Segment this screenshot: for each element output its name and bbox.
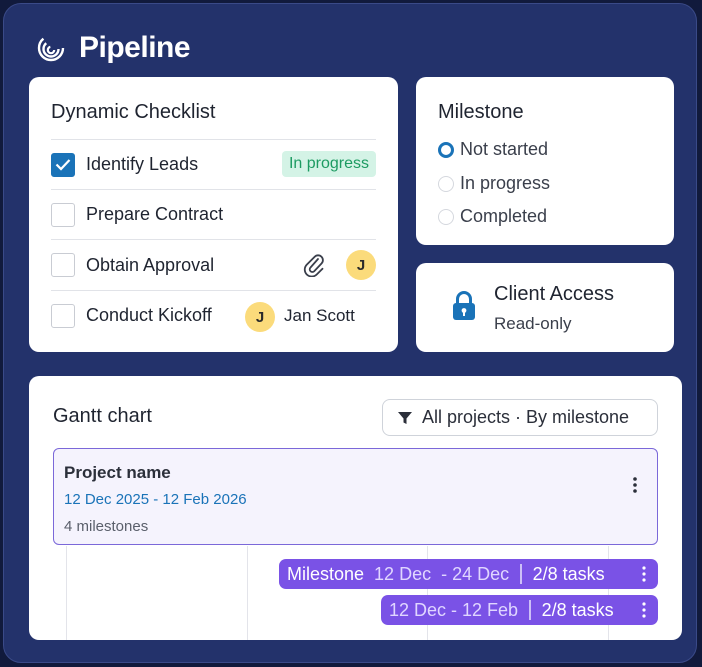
checklist-title: Dynamic Checklist (51, 101, 216, 123)
gantt-title: Gantt chart (53, 405, 152, 427)
project-name: Project name (64, 463, 171, 482)
avatar[interactable]: J (245, 302, 275, 332)
checkbox-checked[interactable] (51, 152, 75, 177)
checkbox[interactable] (51, 253, 75, 277)
milestone-bar[interactable]: Milestone 12 Dec - 24 Dec 2/8 tasks (279, 559, 658, 589)
app-title: Pipeline (79, 31, 191, 64)
checkmark-icon (55, 159, 71, 171)
milestone-bar-end: - 24 Dec (441, 563, 510, 584)
checkbox[interactable] (51, 202, 75, 227)
more-options-icon[interactable] (632, 476, 638, 494)
milestone-bar-tasks: 2/8 tasks (541, 599, 614, 620)
checklist-item-label: Prepare Contract (86, 204, 224, 224)
checklist-item-label: Obtain Approval (86, 254, 215, 275)
radio-label: In progress (460, 173, 551, 193)
radio-label: Completed (460, 206, 548, 226)
radio-option-not-started[interactable]: Not started (438, 139, 548, 160)
checklist-item: Prepare Contract (51, 189, 376, 239)
divider (529, 600, 531, 620)
paperclip-icon[interactable] (303, 253, 325, 277)
checklist-item: Conduct Kickoff J Jan Scott (51, 290, 376, 340)
milestone-bar-name: Milestone (287, 563, 365, 584)
grid-line (66, 546, 67, 640)
checkbox[interactable] (51, 303, 75, 328)
brand: Pipeline (35, 31, 191, 65)
gantt-card: Gantt chart All projects · By milestone … (29, 376, 682, 640)
client-access-status: Read-only (494, 314, 572, 333)
filter-button[interactable]: All projects · By milestone (382, 399, 658, 436)
milestone-bar-range: 12 Dec - 12 Feb (389, 599, 519, 620)
milestone-title: Milestone (438, 101, 524, 123)
milestone-bar-start: 12 Dec (374, 563, 432, 584)
checklist-item-label: Identify Leads (86, 154, 199, 174)
milestone-bar[interactable]: 12 Dec - 12 Feb 2/8 tasks (381, 595, 658, 625)
checklist-item: Obtain Approval J (51, 239, 376, 290)
radio-option-completed[interactable]: Completed (438, 206, 547, 227)
client-access-title: Client Access (494, 283, 615, 305)
client-access-card: Client Access Read-only (416, 263, 674, 352)
filter-icon (398, 411, 412, 424)
milestone-card: Milestone Not started In progress Comple… (416, 77, 674, 245)
assignee-name: Jan Scott (284, 306, 355, 325)
filter-label: All projects · By milestone (422, 407, 630, 427)
more-options-icon[interactable] (642, 566, 646, 582)
milestone-bar-tasks: 2/8 tasks (532, 563, 605, 584)
grid-line (247, 546, 248, 640)
radio-option-in-progress[interactable]: In progress (438, 173, 550, 194)
project-dates: 12 Dec 2025 - 12 Feb 2026 (64, 491, 247, 508)
avatar[interactable]: J (346, 250, 376, 280)
checklist-card: Dynamic Checklist Identify Leads In prog… (29, 77, 398, 352)
project-milestones: 4 milestones (64, 518, 149, 535)
radio[interactable] (438, 208, 454, 225)
app-frame: Pipeline Dynamic Checklist Identify Lead… (3, 3, 697, 663)
radio[interactable] (438, 175, 454, 192)
project-card[interactable]: Project name 12 Dec 2025 - 12 Feb 2026 4… (53, 448, 658, 545)
more-options-icon[interactable] (642, 602, 646, 618)
divider (520, 564, 522, 584)
lock-icon (453, 291, 475, 320)
pipeline-logo-icon (37, 34, 65, 62)
status-badge: In progress (281, 151, 376, 177)
checklist-item: Identify Leads In progress (51, 139, 376, 189)
checklist-item-label: Conduct Kickoff (86, 305, 212, 325)
radio-label: Not started (460, 139, 549, 159)
radio-selected[interactable] (438, 141, 454, 158)
